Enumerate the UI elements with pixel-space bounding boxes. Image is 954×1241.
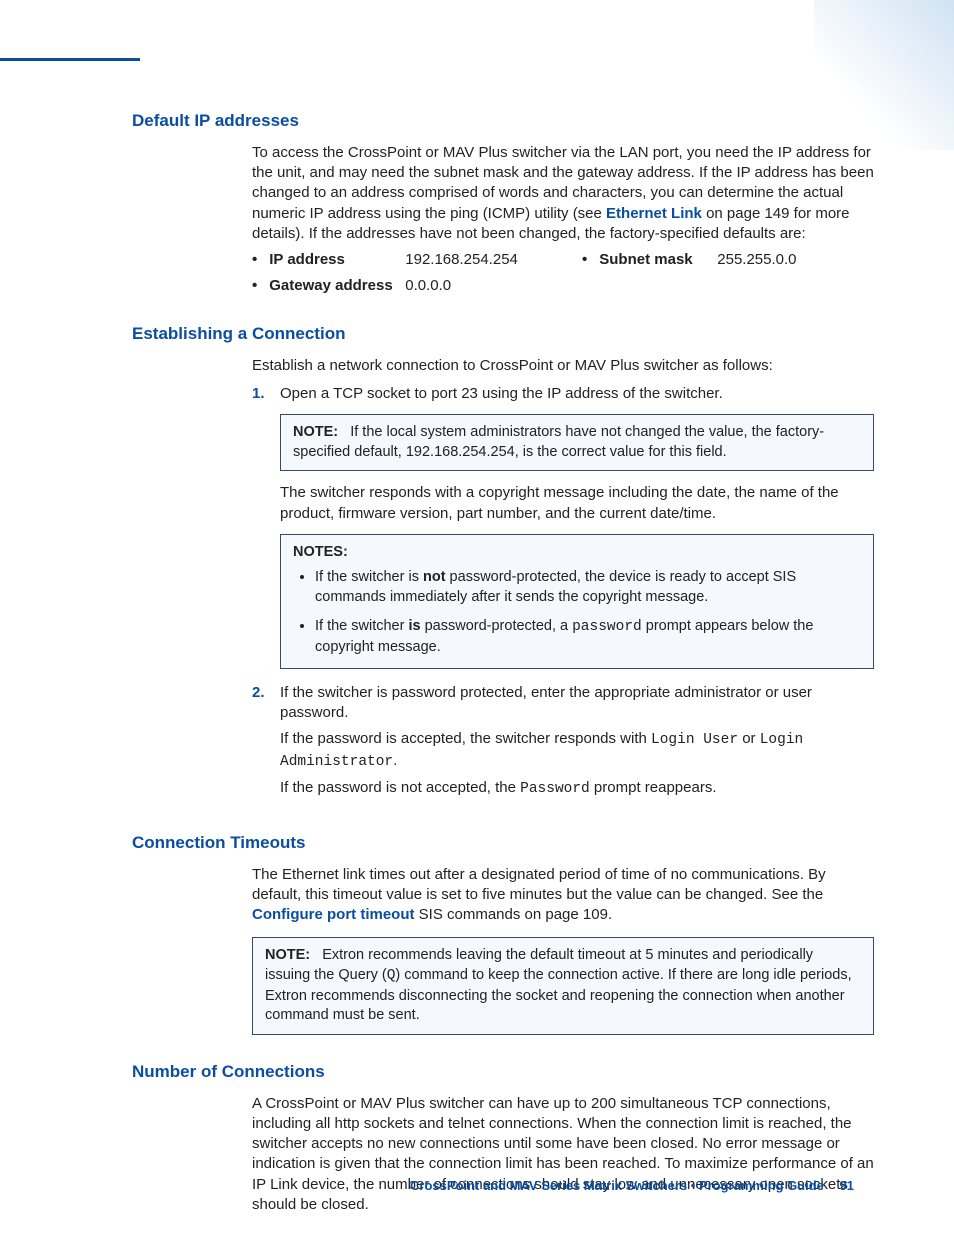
link-configure-port[interactable]: Configure port timeout: [252, 906, 414, 923]
link-ethernet[interactable]: Ethernet Link: [606, 205, 702, 222]
text: If the switcher is: [315, 569, 423, 585]
step-body: Open a TCP socket to port 23 using the I…: [280, 384, 874, 404]
text: If the password is accepted, the switche…: [280, 730, 651, 747]
step-body: If the switcher is password protected, e…: [280, 683, 874, 806]
ip-value: 192.168.254.254: [405, 250, 518, 270]
text: password-protected, a: [421, 618, 573, 634]
text: If the password is not accepted, the: [280, 779, 520, 796]
paragraph: A CrossPoint or MAV Plus switcher can ha…: [252, 1094, 874, 1216]
section-establishing: Establishing a Connection Establish a ne…: [132, 323, 874, 806]
bullet-icon: •: [252, 250, 261, 270]
notes-label: NOTES:: [293, 544, 348, 560]
note-item: If the switcher is not password-protecte…: [315, 568, 861, 607]
section-body: To access the CrossPoint or MAV Plus swi…: [252, 143, 874, 297]
intro-text: Establish a network connection to CrossP…: [252, 356, 874, 376]
heading-establishing: Establishing a Connection: [132, 323, 874, 346]
subnet-item: • Subnet mask 255.255.0.0: [582, 250, 797, 270]
notes-list: If the switcher is not password-protecte…: [293, 568, 861, 657]
section-body: The Ethernet link times out after a desi…: [252, 865, 874, 1035]
heading-timeouts: Connection Timeouts: [132, 832, 874, 855]
mono-text: password: [572, 619, 642, 635]
note-label: NOTE:: [265, 947, 310, 963]
section-timeouts: Connection Timeouts The Ethernet link ti…: [132, 832, 874, 1035]
section-body: A CrossPoint or MAV Plus switcher can ha…: [252, 1094, 874, 1216]
subnet-label: Subnet mask: [599, 250, 709, 270]
paragraph: The switcher responds with a copyright m…: [280, 483, 874, 524]
step-number: 2.: [252, 683, 280, 806]
step-text: If the switcher is password protected, e…: [280, 683, 874, 724]
section-body: Establish a network connection to CrossP…: [252, 356, 874, 806]
page-number: 91: [840, 1178, 854, 1193]
page-footer: CrossPoint and MAV Series Matrix Switche…: [0, 1177, 954, 1195]
bold-text: not: [423, 569, 446, 585]
note-text: If the local system administrators have …: [293, 424, 824, 460]
note-label: NOTE:: [293, 424, 338, 440]
footer-text: CrossPoint and MAV Series Matrix Switche…: [410, 1178, 824, 1193]
text: or: [738, 730, 760, 747]
ip-address-item: • IP address 192.168.254.254: [252, 250, 582, 270]
bullet-icon: •: [582, 250, 591, 270]
note-box-timeout: NOTE: Extron recommends leaving the defa…: [252, 937, 874, 1034]
address-row-2: • Gateway address 0.0.0.0: [252, 276, 874, 296]
gateway-value: 0.0.0.0: [405, 276, 451, 296]
content-area: Default IP addresses To access the Cross…: [132, 110, 874, 1241]
step-number: 1.: [252, 384, 280, 404]
ip-label: IP address: [269, 250, 397, 270]
paragraph: If the password is accepted, the switche…: [280, 729, 874, 772]
paragraph: If the password is not accepted, the Pas…: [280, 778, 874, 800]
step-1: 1. Open a TCP socket to port 23 using th…: [252, 384, 874, 404]
bold-text: is: [408, 618, 420, 634]
note-item: If the switcher is password-protected, a…: [315, 617, 861, 657]
text: SIS commands on page 109.: [414, 906, 612, 923]
heading-default-ip: Default IP addresses: [132, 110, 874, 133]
step-text: Open a TCP socket to port 23 using the I…: [280, 385, 723, 402]
page: Default IP addresses To access the Cross…: [0, 0, 954, 1235]
section-default-ip: Default IP addresses To access the Cross…: [132, 110, 874, 297]
gateway-label: Gateway address: [269, 276, 397, 296]
mono-text: Password: [520, 781, 590, 797]
mono-text: Login User: [651, 732, 738, 748]
notes-box-2: NOTES: If the switcher is not password-p…: [280, 534, 874, 669]
paragraph: To access the CrossPoint or MAV Plus swi…: [252, 143, 874, 244]
heading-num-connections: Number of Connections: [132, 1061, 874, 1084]
decorative-bar: [0, 58, 140, 61]
paragraph: The Ethernet link times out after a desi…: [252, 865, 874, 926]
text: The Ethernet link times out after a desi…: [252, 866, 826, 903]
text: .: [393, 752, 397, 769]
text: prompt reappears.: [590, 779, 717, 796]
text: If the switcher: [315, 618, 408, 634]
bullet-icon: •: [252, 276, 261, 296]
gateway-item: • Gateway address 0.0.0.0: [252, 276, 451, 296]
address-row-1: • IP address 192.168.254.254 • Subnet ma…: [252, 250, 874, 270]
note-box-1: NOTE: If the local system administrators…: [280, 414, 874, 471]
step-2: 2. If the switcher is password protected…: [252, 683, 874, 806]
subnet-value: 255.255.0.0: [717, 250, 796, 270]
